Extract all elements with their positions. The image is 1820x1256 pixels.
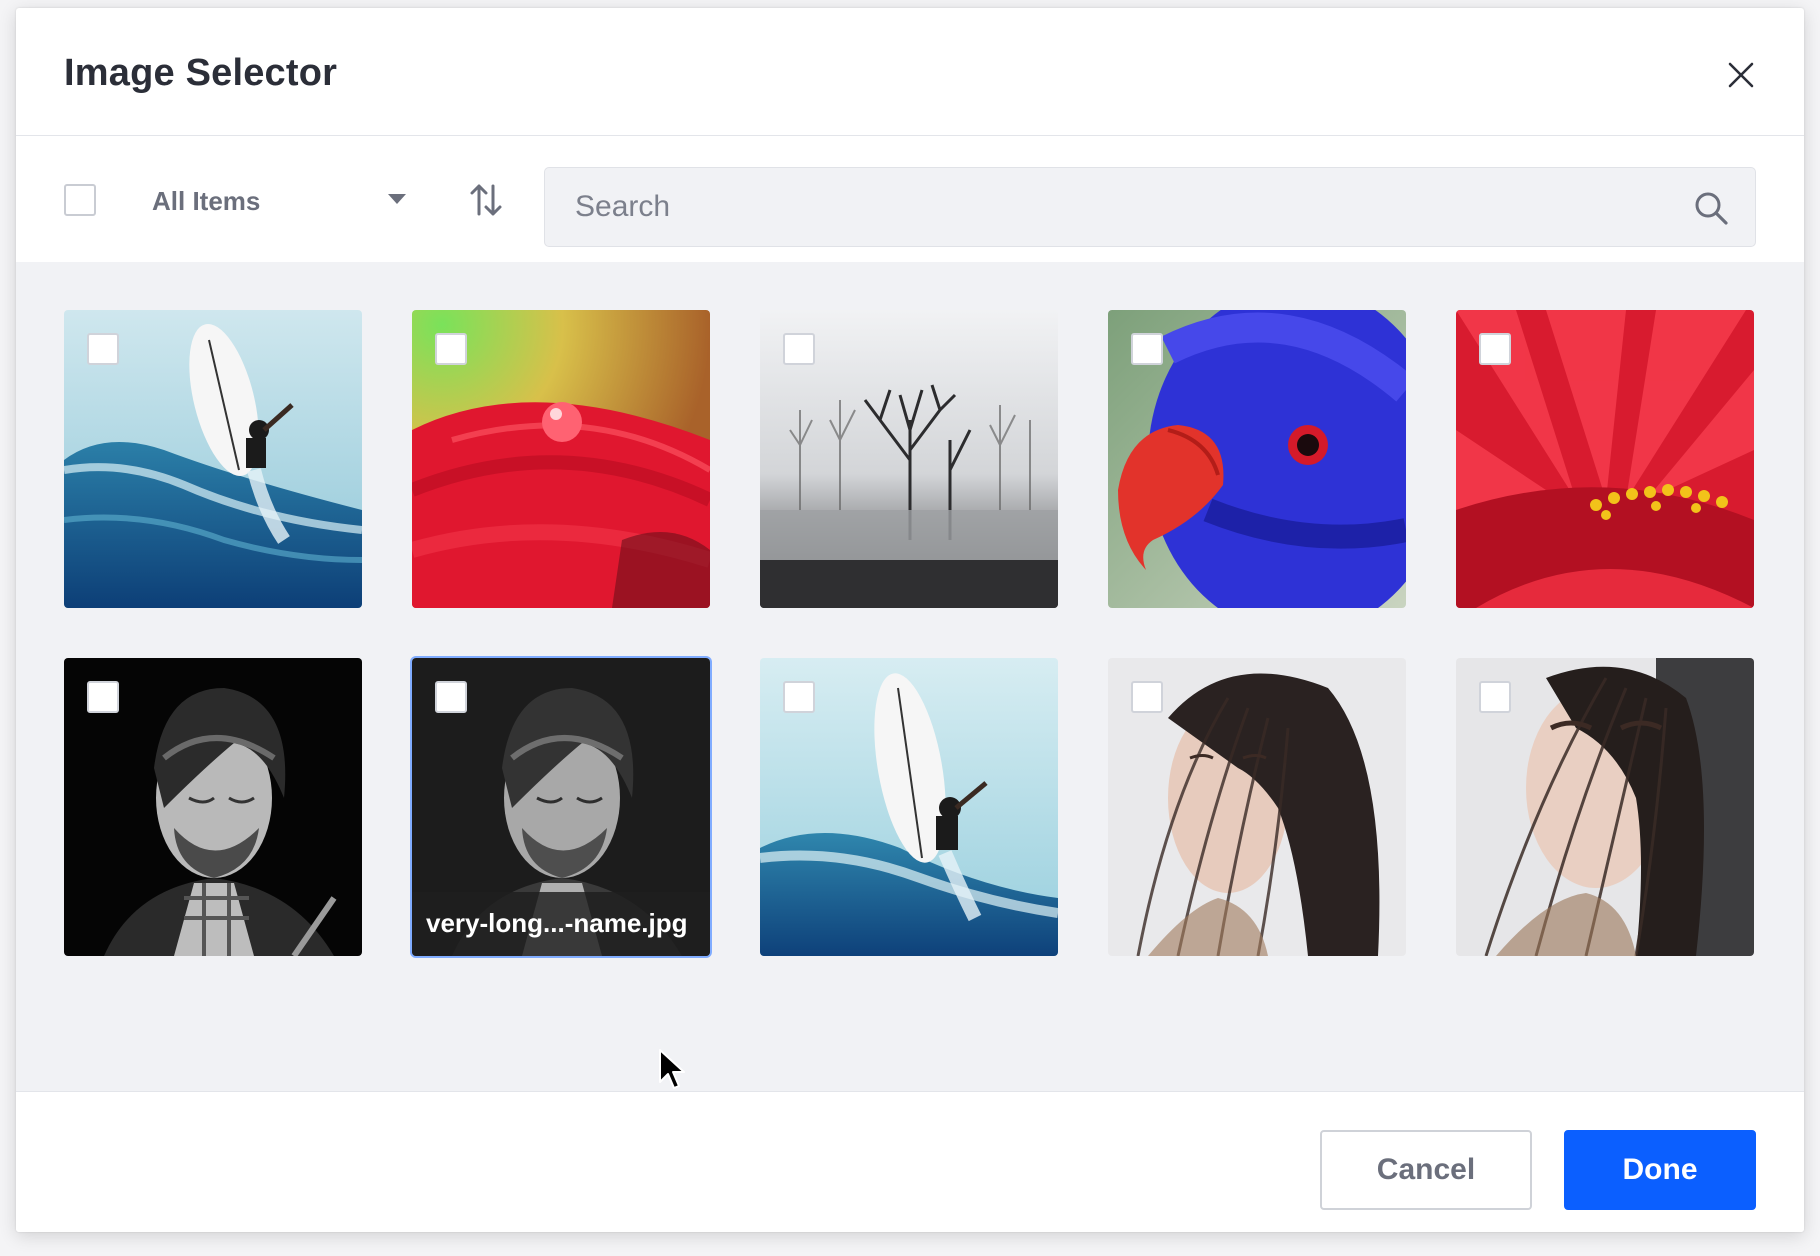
image-checkbox[interactable] xyxy=(435,681,467,713)
dialog-footer: Cancel Done xyxy=(16,1092,1804,1232)
image-card[interactable] xyxy=(1108,310,1406,608)
sort-arrows-icon xyxy=(470,184,502,216)
image-card[interactable] xyxy=(1456,658,1754,956)
done-button[interactable]: Done xyxy=(1564,1130,1756,1210)
search-button[interactable] xyxy=(1693,190,1729,226)
search-bar xyxy=(544,167,1756,247)
image-checkbox[interactable] xyxy=(1479,681,1511,713)
caret-down-icon xyxy=(388,194,406,204)
image-card[interactable] xyxy=(412,310,710,608)
image-checkbox[interactable] xyxy=(783,333,815,365)
image-checkbox[interactable] xyxy=(783,681,815,713)
dialog-header: Image Selector xyxy=(16,8,1804,136)
filter-label: All Items xyxy=(152,186,261,216)
image-selector-dialog: Image Selector All Items Search very-lon… xyxy=(16,8,1804,1232)
filter-dropdown[interactable]: All Items xyxy=(152,172,406,228)
sort-button[interactable] xyxy=(464,178,508,222)
management-toolbar: All Items xyxy=(16,136,1804,262)
image-checkbox[interactable] xyxy=(1479,333,1511,365)
image-file-name: very-long...-name.jpg xyxy=(412,892,710,956)
image-card[interactable] xyxy=(1108,658,1406,956)
close-button[interactable] xyxy=(1724,58,1758,92)
search-icon xyxy=(1695,192,1728,225)
cancel-button[interactable]: Cancel xyxy=(1320,1130,1532,1210)
dialog-title: Image Selector xyxy=(64,52,338,94)
search-input[interactable] xyxy=(575,168,1655,246)
image-checkbox[interactable] xyxy=(87,681,119,713)
mouse-pointer-icon xyxy=(659,1049,685,1089)
image-card[interactable] xyxy=(1456,310,1754,608)
image-checkbox[interactable] xyxy=(1131,333,1163,365)
image-grid: very-long...-name.jpg xyxy=(64,310,1754,956)
image-card[interactable] xyxy=(760,658,1058,956)
close-icon xyxy=(1728,62,1754,88)
image-card[interactable] xyxy=(64,658,362,956)
image-checkbox[interactable] xyxy=(1131,681,1163,713)
image-card[interactable] xyxy=(760,310,1058,608)
image-card-hovered[interactable]: very-long...-name.jpg xyxy=(412,658,710,956)
image-grid-area: very-long...-name.jpg xyxy=(16,262,1804,1092)
image-checkbox[interactable] xyxy=(435,333,467,365)
select-all-checkbox[interactable] xyxy=(64,184,96,216)
image-card[interactable] xyxy=(64,310,362,608)
image-checkbox[interactable] xyxy=(87,333,119,365)
